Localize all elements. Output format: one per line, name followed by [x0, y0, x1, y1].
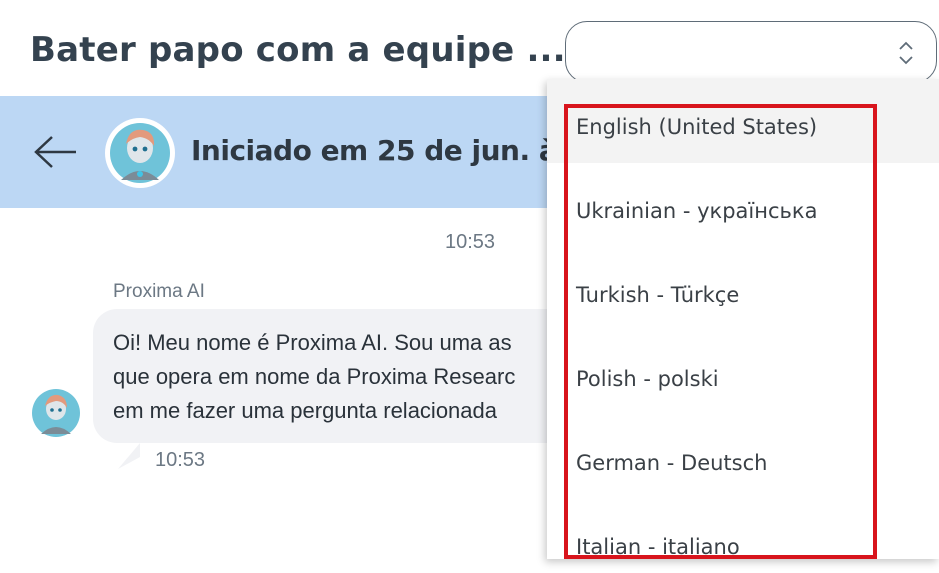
timestamp: 10:53 — [445, 231, 496, 253]
bubble-tail — [118, 443, 140, 469]
language-select[interactable] — [565, 21, 937, 83]
message-line: que opera em nome da Proxima Researc — [113, 364, 516, 389]
page-title: Bater papo com a equipe ... — [30, 30, 566, 70]
message-timestamp: 10:53 — [155, 449, 206, 471]
avatar — [105, 118, 175, 188]
message-sender: Proxima AI — [113, 281, 205, 302]
message-line: Oi! Meu nome é Proxima AI. Sou uma as — [113, 330, 512, 355]
message-line: em me fazer uma pergunta relacionada — [113, 398, 497, 423]
avatar — [30, 387, 82, 439]
chat-title: Iniciado em 25 de jun. às 1 — [191, 134, 602, 167]
message-text: Oi! Meu nome é Proxima AI. Sou uma as qu… — [113, 326, 583, 428]
arrow-left-icon[interactable] — [34, 134, 78, 170]
highlight-box — [564, 104, 877, 559]
chevron-up-down-icon — [899, 41, 913, 65]
